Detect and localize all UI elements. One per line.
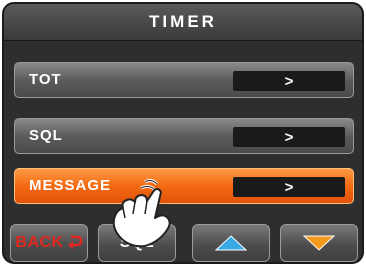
menu-item-label: SQL: [29, 127, 63, 144]
title-bar: TIMER: [4, 4, 362, 41]
chevron-right-icon: >: [284, 128, 294, 146]
chevron-right-icon: >: [284, 72, 294, 90]
triangle-up-icon: [214, 235, 248, 251]
up-button[interactable]: [192, 224, 270, 262]
page-title: TIMER: [149, 12, 217, 31]
menu-item-tot[interactable]: TOT >: [14, 62, 354, 98]
triangle-down-icon: [302, 235, 336, 251]
chevron-right-icon: >: [284, 178, 294, 196]
back-button[interactable]: BACK: [10, 224, 88, 262]
return-arrow-icon: [67, 235, 82, 249]
menu-item-sql[interactable]: SQL >: [14, 118, 354, 154]
down-button[interactable]: [280, 224, 358, 262]
back-button-label: BACK: [15, 234, 64, 251]
submenu-arrow-button[interactable]: >: [233, 127, 345, 147]
pointing-hand-icon: [112, 178, 171, 248]
menu-item-label: MESSAGE: [29, 177, 112, 194]
submenu-arrow-button[interactable]: >: [233, 177, 345, 197]
menu-item-label: TOT: [29, 71, 62, 88]
submenu-arrow-button[interactable]: >: [233, 71, 345, 91]
